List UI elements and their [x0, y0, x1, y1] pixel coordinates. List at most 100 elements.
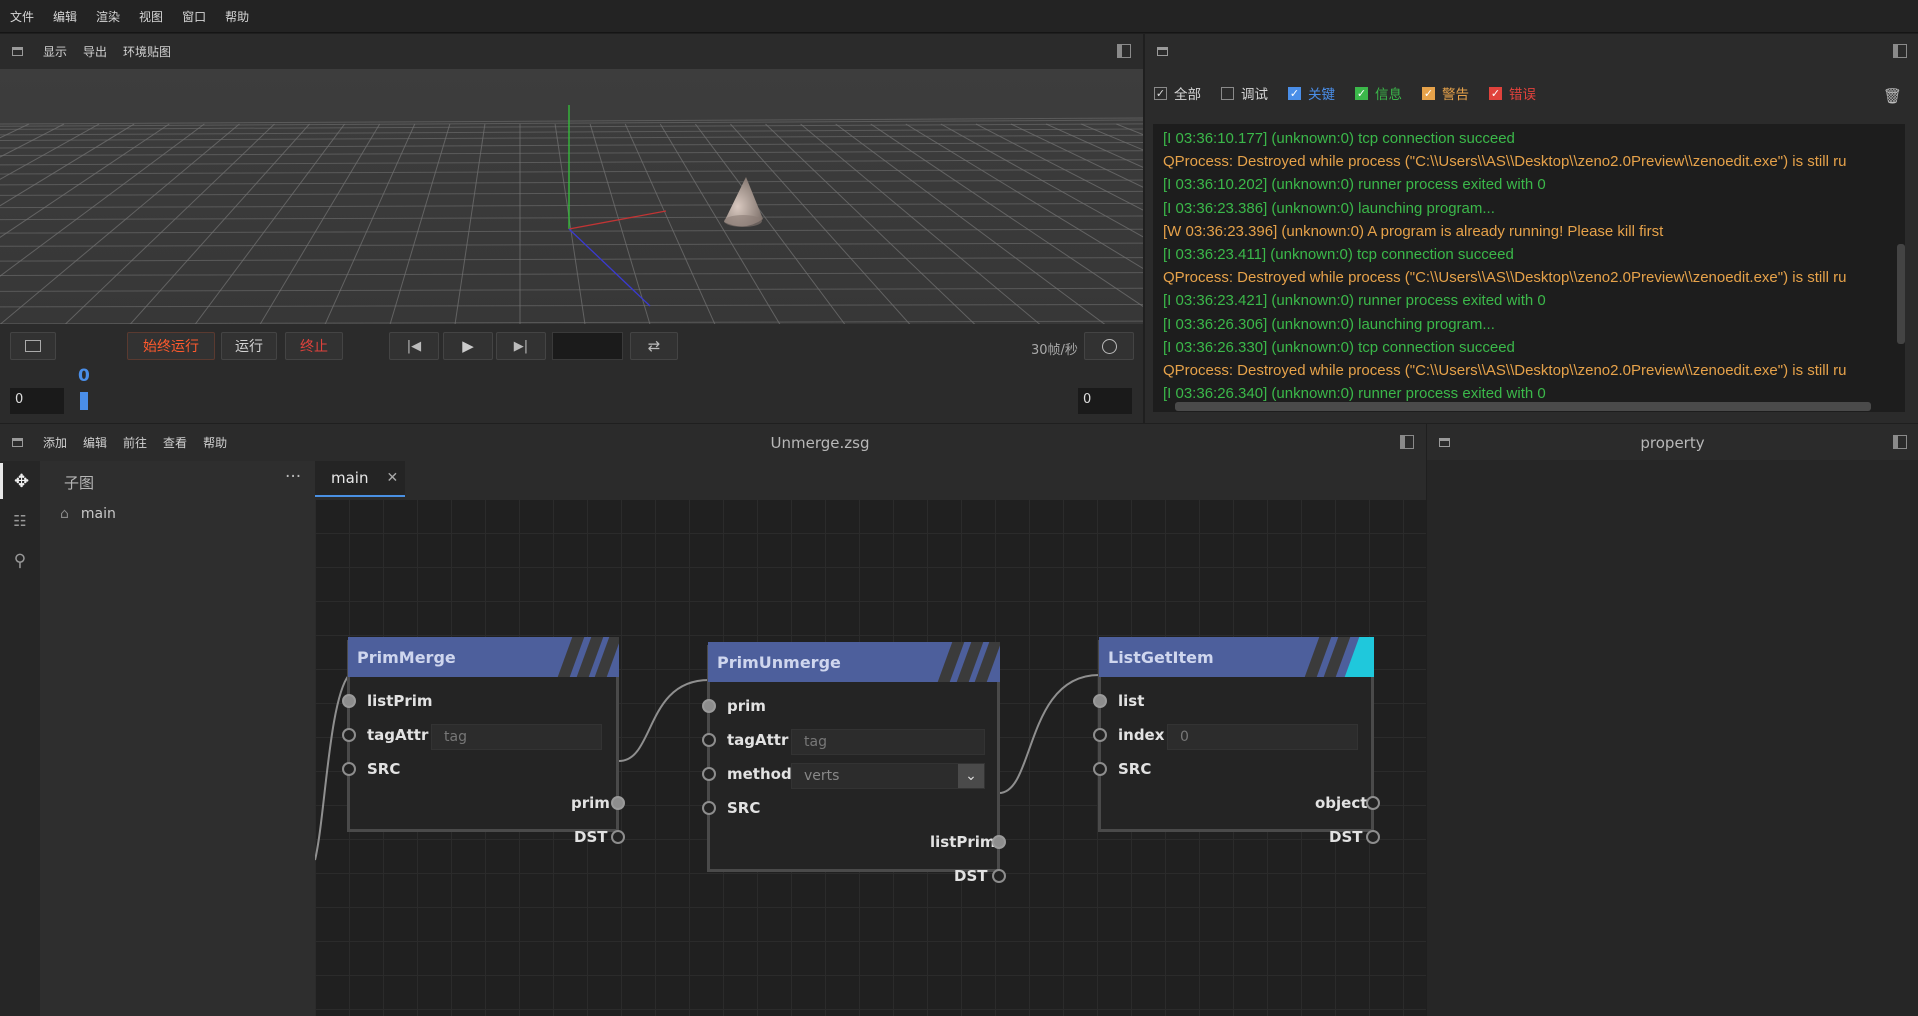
close-icon[interactable]: ✕: [386, 470, 398, 486]
log-line[interactable]: [I 03:36:26.330] (unknown:0) tcp connect…: [1163, 336, 1905, 359]
checkbox-icon[interactable]: ✓: [1489, 86, 1502, 100]
tagattr-input[interactable]: tag: [791, 729, 985, 755]
log-line[interactable]: [I 03:36:23.386] (unknown:0) launching p…: [1163, 197, 1905, 220]
viewport-menu-envmap[interactable]: 环境贴图: [123, 43, 171, 60]
method-select[interactable]: verts: [791, 763, 985, 789]
split-panel-icon[interactable]: [1893, 435, 1907, 449]
view-flag[interactable]: [1344, 637, 1374, 677]
port-out-prim[interactable]: [611, 796, 625, 810]
always-run-button[interactable]: 始终运行: [127, 332, 215, 360]
frame-input[interactable]: [552, 332, 623, 360]
clock-icon: [1101, 338, 1117, 354]
log-line[interactable]: QProcess: Destroyed while process ("C:\\…: [1163, 266, 1905, 289]
split-panel-icon[interactable]: [1400, 435, 1414, 449]
port-in-method[interactable]: [702, 767, 716, 781]
filter-warning[interactable]: ✓ 警告: [1422, 83, 1469, 103]
log-line[interactable]: [I 03:36:23.421] (unknown:0) runner proc…: [1163, 289, 1905, 312]
next-frame-button[interactable]: ▶|: [496, 332, 546, 360]
port-in-src[interactable]: [1093, 762, 1107, 776]
log-scrollbar-h[interactable]: [1175, 402, 1871, 411]
ne-menu-edit[interactable]: 编辑: [83, 434, 107, 451]
prev-frame-button[interactable]: |◀: [389, 332, 439, 360]
log-list[interactable]: [I 03:36:10.177] (unknown:0) tcp connect…: [1153, 124, 1905, 412]
log-scrollbar-v[interactable]: [1897, 244, 1905, 344]
end-frame-input[interactable]: 0: [1078, 388, 1132, 414]
checkbox-icon[interactable]: ✓: [1355, 86, 1368, 100]
node-primmerge-header[interactable]: PrimMerge: [348, 637, 619, 677]
menu-file[interactable]: 文件: [10, 8, 34, 25]
run-button[interactable]: 运行: [221, 332, 277, 360]
checkbox-icon[interactable]: ✓: [1288, 86, 1301, 100]
checkbox-icon[interactable]: ✓: [1154, 86, 1167, 100]
tab-main[interactable]: main ✕: [315, 461, 405, 497]
stop-button[interactable]: 终止: [285, 332, 343, 360]
checkbox-icon[interactable]: [1221, 86, 1234, 100]
port-in-index[interactable]: [1093, 728, 1107, 742]
menu-edit[interactable]: 编辑: [53, 8, 77, 25]
chevron-down-icon[interactable]: ⌄: [958, 764, 984, 788]
dock-icon[interactable]: [1157, 47, 1168, 56]
node-canvas[interactable]: PrimMerge listPrim tagAttr tag SRC prim …: [315, 499, 1426, 1016]
log-line[interactable]: [I 03:36:10.177] (unknown:0) tcp connect…: [1163, 127, 1905, 150]
index-input[interactable]: 0: [1167, 724, 1358, 750]
menu-render[interactable]: 渲染: [96, 8, 120, 25]
port-out-dst[interactable]: [1366, 830, 1380, 844]
3d-viewport[interactable]: [0, 69, 1143, 358]
ne-menu-add[interactable]: 添加: [43, 434, 67, 451]
log-line[interactable]: [I 03:36:23.411] (unknown:0) tcp connect…: [1163, 243, 1905, 266]
tab-label: main: [331, 469, 369, 487]
timeline-cursor[interactable]: [80, 392, 88, 410]
port-in-tagattr[interactable]: [702, 733, 716, 747]
dock-icon[interactable]: [12, 46, 23, 56]
loop-button[interactable]: ⇄: [630, 332, 678, 360]
tagattr-input[interactable]: tag: [431, 724, 602, 750]
filter-error[interactable]: ✓ 错误: [1489, 83, 1536, 103]
viewport-grid: [0, 69, 1143, 358]
ne-menu-goto[interactable]: 前往: [123, 434, 147, 451]
log-filters: ✓ 全部 调试 ✓ 关键 ✓ 信息 ✓ 警告 ✓ 错误: [1145, 80, 1918, 106]
port-in-prim[interactable]: [702, 699, 716, 713]
fps-label: 30帧/秒: [1031, 343, 1078, 358]
port-in-src[interactable]: [702, 801, 716, 815]
menu-view[interactable]: 视图: [139, 8, 163, 25]
port-in-src[interactable]: [342, 762, 356, 776]
filter-debug[interactable]: 调试: [1221, 83, 1268, 103]
log-line[interactable]: QProcess: Destroyed while process ("C:\\…: [1163, 150, 1905, 173]
log-line[interactable]: [I 03:36:26.306] (unknown:0) launching p…: [1163, 313, 1905, 336]
log-line[interactable]: QProcess: Destroyed while process ("C:\\…: [1163, 359, 1905, 382]
more-icon[interactable]: ···: [285, 467, 301, 487]
port-in-tagattr[interactable]: [342, 728, 356, 742]
viewport-menu-export[interactable]: 导出: [83, 43, 107, 60]
checkbox-icon[interactable]: ✓: [1422, 86, 1435, 100]
log-line[interactable]: [W 03:36:23.396] (unknown:0) A program i…: [1163, 220, 1905, 243]
port-in-listprim[interactable]: [342, 694, 356, 708]
menu-help[interactable]: 帮助: [225, 8, 249, 25]
port-out-object[interactable]: [1366, 796, 1380, 810]
port-out-listprim[interactable]: [992, 835, 1006, 849]
subgraph-item-main[interactable]: ⌂ main: [60, 501, 300, 527]
screenshot-button[interactable]: [10, 332, 56, 360]
play-button[interactable]: ▶: [443, 332, 493, 360]
node-primunmerge-header[interactable]: PrimUnmerge: [708, 642, 1000, 682]
ne-menu-help[interactable]: 帮助: [203, 434, 227, 451]
start-frame-input[interactable]: 0: [10, 388, 64, 414]
port-in-list[interactable]: [1093, 694, 1107, 708]
menu-window[interactable]: 窗口: [182, 8, 206, 25]
ne-menu-view[interactable]: 查看: [163, 434, 187, 451]
split-panel-icon[interactable]: [1893, 44, 1907, 58]
node-listgetitem-header[interactable]: ListGetItem: [1099, 637, 1374, 677]
filter-all[interactable]: ✓ 全部: [1154, 83, 1201, 103]
filter-critical[interactable]: ✓ 关键: [1288, 83, 1335, 103]
node-graph-icon[interactable]: ✥: [0, 463, 40, 499]
clock-button[interactable]: [1084, 332, 1134, 360]
port-out-dst[interactable]: [992, 869, 1006, 883]
viewport-menu-display[interactable]: 显示: [43, 43, 67, 60]
port-out-dst[interactable]: [611, 830, 625, 844]
log-line[interactable]: [I 03:36:10.202] (unknown:0) runner proc…: [1163, 173, 1905, 196]
search-icon[interactable]: ⚲: [0, 543, 40, 579]
trash-icon[interactable]: 🗑: [1883, 87, 1902, 105]
dock-icon[interactable]: [12, 437, 23, 447]
tree-icon[interactable]: ☷: [0, 503, 40, 539]
split-panel-icon[interactable]: [1117, 44, 1131, 58]
filter-info[interactable]: ✓ 信息: [1355, 83, 1402, 103]
